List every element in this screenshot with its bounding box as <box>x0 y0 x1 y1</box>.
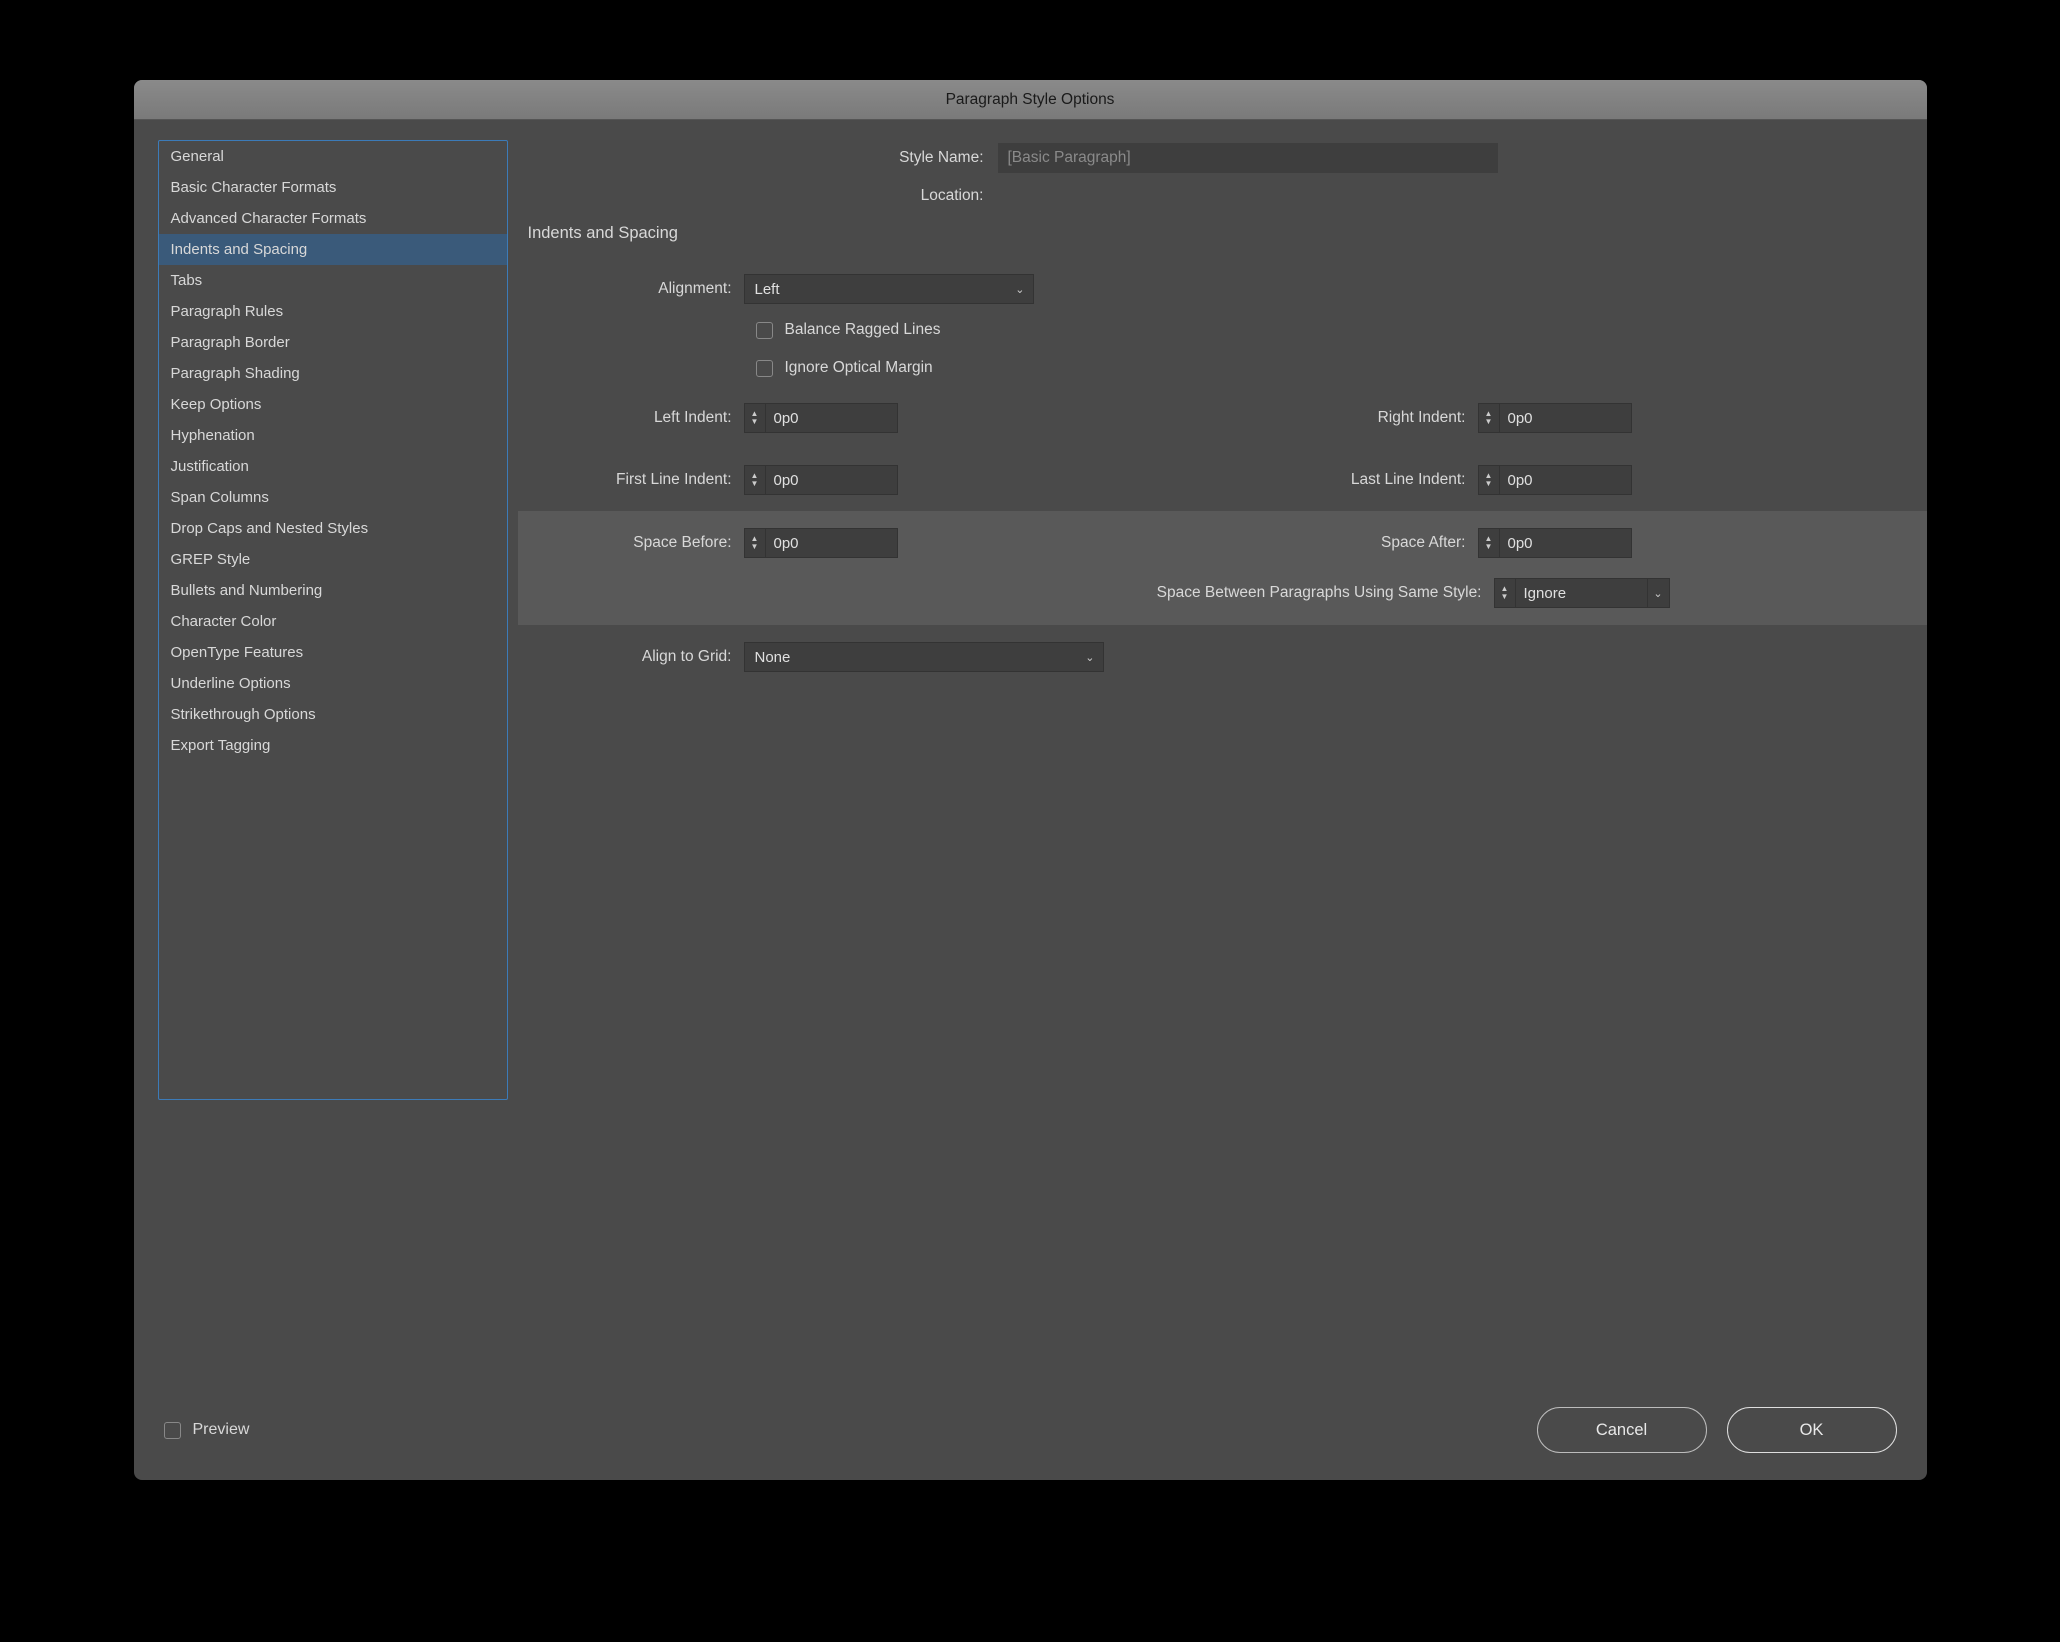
space-before-label: Space Before: <box>528 534 744 552</box>
section-title: Indents and Spacing <box>528 224 1903 243</box>
style-name-input[interactable] <box>998 143 1498 173</box>
main-panel: Style Name: Location: Indents and Spacin… <box>528 140 1903 1400</box>
right-indent-stepper[interactable]: ▲▼ <box>1478 403 1632 433</box>
sidebar-item-underline-options[interactable]: Underline Options <box>159 668 507 699</box>
sidebar-item-character-color[interactable]: Character Color <box>159 606 507 637</box>
stepper-arrows-icon[interactable]: ▲▼ <box>744 465 766 495</box>
sidebar-item-label: Paragraph Rules <box>171 303 284 320</box>
sidebar-item-label: Paragraph Shading <box>171 365 300 382</box>
sidebar-item-paragraph-shading[interactable]: Paragraph Shading <box>159 358 507 389</box>
first-line-indent-label: First Line Indent: <box>528 471 744 489</box>
sidebar-item-basic-character-formats[interactable]: Basic Character Formats <box>159 172 507 203</box>
last-line-indent-input[interactable] <box>1500 465 1632 495</box>
stepper-arrows-icon[interactable]: ▲▼ <box>1478 528 1500 558</box>
preview-checkbox[interactable] <box>164 1422 181 1439</box>
alignment-dropdown[interactable]: Left ⌄ <box>744 274 1034 304</box>
sidebar-item-label: GREP Style <box>171 551 251 568</box>
balance-ragged-label: Balance Ragged Lines <box>785 321 941 339</box>
left-indent-label: Left Indent: <box>528 409 744 427</box>
sidebar-item-label: Drop Caps and Nested Styles <box>171 520 369 537</box>
chevron-down-icon[interactable]: ⌄ <box>1648 578 1670 608</box>
sidebar-item-label: Justification <box>171 458 249 475</box>
sidebar-item-label: Indents and Spacing <box>171 241 308 258</box>
stepper-arrows-icon[interactable]: ▲▼ <box>1494 578 1516 608</box>
sidebar-item-label: Tabs <box>171 272 203 289</box>
sidebar-item-label: Basic Character Formats <box>171 179 337 196</box>
align-grid-label: Align to Grid: <box>528 648 744 666</box>
sidebar-item-label: Export Tagging <box>171 737 271 754</box>
right-indent-input[interactable] <box>1500 403 1632 433</box>
sidebar-item-paragraph-rules[interactable]: Paragraph Rules <box>159 296 507 327</box>
sidebar-item-keep-options[interactable]: Keep Options <box>159 389 507 420</box>
space-after-input[interactable] <box>1500 528 1632 558</box>
sidebar-item-label: Span Columns <box>171 489 269 506</box>
sidebar-item-label: Advanced Character Formats <box>171 210 367 227</box>
sidebar-item-label: Paragraph Border <box>171 334 290 351</box>
sidebar-item-grep-style[interactable]: GREP Style <box>159 544 507 575</box>
alignment-label: Alignment: <box>528 280 744 298</box>
sidebar-item-general[interactable]: General <box>159 141 507 172</box>
align-grid-value: None <box>755 649 791 666</box>
stepper-arrows-icon[interactable]: ▲▼ <box>1478 403 1500 433</box>
cancel-button[interactable]: Cancel <box>1537 1407 1707 1453</box>
dialog-footer: Preview Cancel OK <box>134 1400 1927 1480</box>
sidebar-item-paragraph-border[interactable]: Paragraph Border <box>159 327 507 358</box>
cancel-button-label: Cancel <box>1596 1421 1647 1440</box>
space-before-stepper[interactable]: ▲▼ <box>744 528 898 558</box>
ok-button-label: OK <box>1800 1421 1824 1440</box>
space-between-combo[interactable]: ▲▼ ⌄ <box>1494 578 1670 608</box>
sidebar-item-export-tagging[interactable]: Export Tagging <box>159 730 507 761</box>
space-between-input[interactable] <box>1516 578 1648 608</box>
ok-button[interactable]: OK <box>1727 1407 1897 1453</box>
ignore-optical-label: Ignore Optical Margin <box>785 359 933 377</box>
last-line-indent-label: Last Line Indent: <box>898 471 1478 489</box>
sidebar-item-tabs[interactable]: Tabs <box>159 265 507 296</box>
category-sidebar[interactable]: General Basic Character Formats Advanced… <box>158 140 508 1100</box>
sidebar-item-label: General <box>171 148 224 165</box>
space-before-input[interactable] <box>766 528 898 558</box>
first-line-indent-stepper[interactable]: ▲▼ <box>744 465 898 495</box>
dialog-paragraph-style-options: Paragraph Style Options General Basic Ch… <box>134 80 1927 1480</box>
sidebar-item-hyphenation[interactable]: Hyphenation <box>159 420 507 451</box>
ignore-optical-checkbox[interactable] <box>756 360 773 377</box>
sidebar-item-label: Strikethrough Options <box>171 706 316 723</box>
sidebar-item-label: Character Color <box>171 613 277 630</box>
sidebar-item-justification[interactable]: Justification <box>159 451 507 482</box>
sidebar-item-opentype-features[interactable]: OpenType Features <box>159 637 507 668</box>
balance-ragged-checkbox[interactable] <box>756 322 773 339</box>
alignment-value: Left <box>755 281 780 298</box>
first-line-indent-input[interactable] <box>766 465 898 495</box>
preview-label: Preview <box>193 1421 250 1439</box>
sidebar-item-label: OpenType Features <box>171 644 304 661</box>
dialog-titlebar: Paragraph Style Options <box>134 80 1927 120</box>
space-after-stepper[interactable]: ▲▼ <box>1478 528 1632 558</box>
dialog-title: Paragraph Style Options <box>946 91 1115 109</box>
left-indent-stepper[interactable]: ▲▼ <box>744 403 898 433</box>
style-name-label: Style Name: <box>528 149 998 167</box>
sidebar-item-strikethrough-options[interactable]: Strikethrough Options <box>159 699 507 730</box>
sidebar-item-advanced-character-formats[interactable]: Advanced Character Formats <box>159 203 507 234</box>
space-band: Space Before: ▲▼ Space After: ▲▼ Space B… <box>518 511 1927 625</box>
space-after-label: Space After: <box>898 534 1478 552</box>
chevron-down-icon: ⌄ <box>1015 283 1024 296</box>
location-label: Location: <box>528 187 998 205</box>
sidebar-item-span-columns[interactable]: Span Columns <box>159 482 507 513</box>
right-indent-label: Right Indent: <box>898 409 1478 427</box>
sidebar-item-label: Hyphenation <box>171 427 255 444</box>
sidebar-item-label: Underline Options <box>171 675 291 692</box>
sidebar-item-bullets-numbering[interactable]: Bullets and Numbering <box>159 575 507 606</box>
last-line-indent-stepper[interactable]: ▲▼ <box>1478 465 1632 495</box>
dialog-body: General Basic Character Formats Advanced… <box>134 120 1927 1400</box>
stepper-arrows-icon[interactable]: ▲▼ <box>744 403 766 433</box>
sidebar-item-indents-and-spacing[interactable]: Indents and Spacing <box>159 234 507 265</box>
space-between-label: Space Between Paragraphs Using Same Styl… <box>528 584 1494 602</box>
stepper-arrows-icon[interactable]: ▲▼ <box>744 528 766 558</box>
chevron-down-icon: ⌄ <box>1085 651 1094 664</box>
stepper-arrows-icon[interactable]: ▲▼ <box>1478 465 1500 495</box>
sidebar-item-label: Bullets and Numbering <box>171 582 323 599</box>
left-indent-input[interactable] <box>766 403 898 433</box>
sidebar-item-label: Keep Options <box>171 396 262 413</box>
sidebar-item-drop-caps-nested-styles[interactable]: Drop Caps and Nested Styles <box>159 513 507 544</box>
align-grid-dropdown[interactable]: None ⌄ <box>744 642 1104 672</box>
